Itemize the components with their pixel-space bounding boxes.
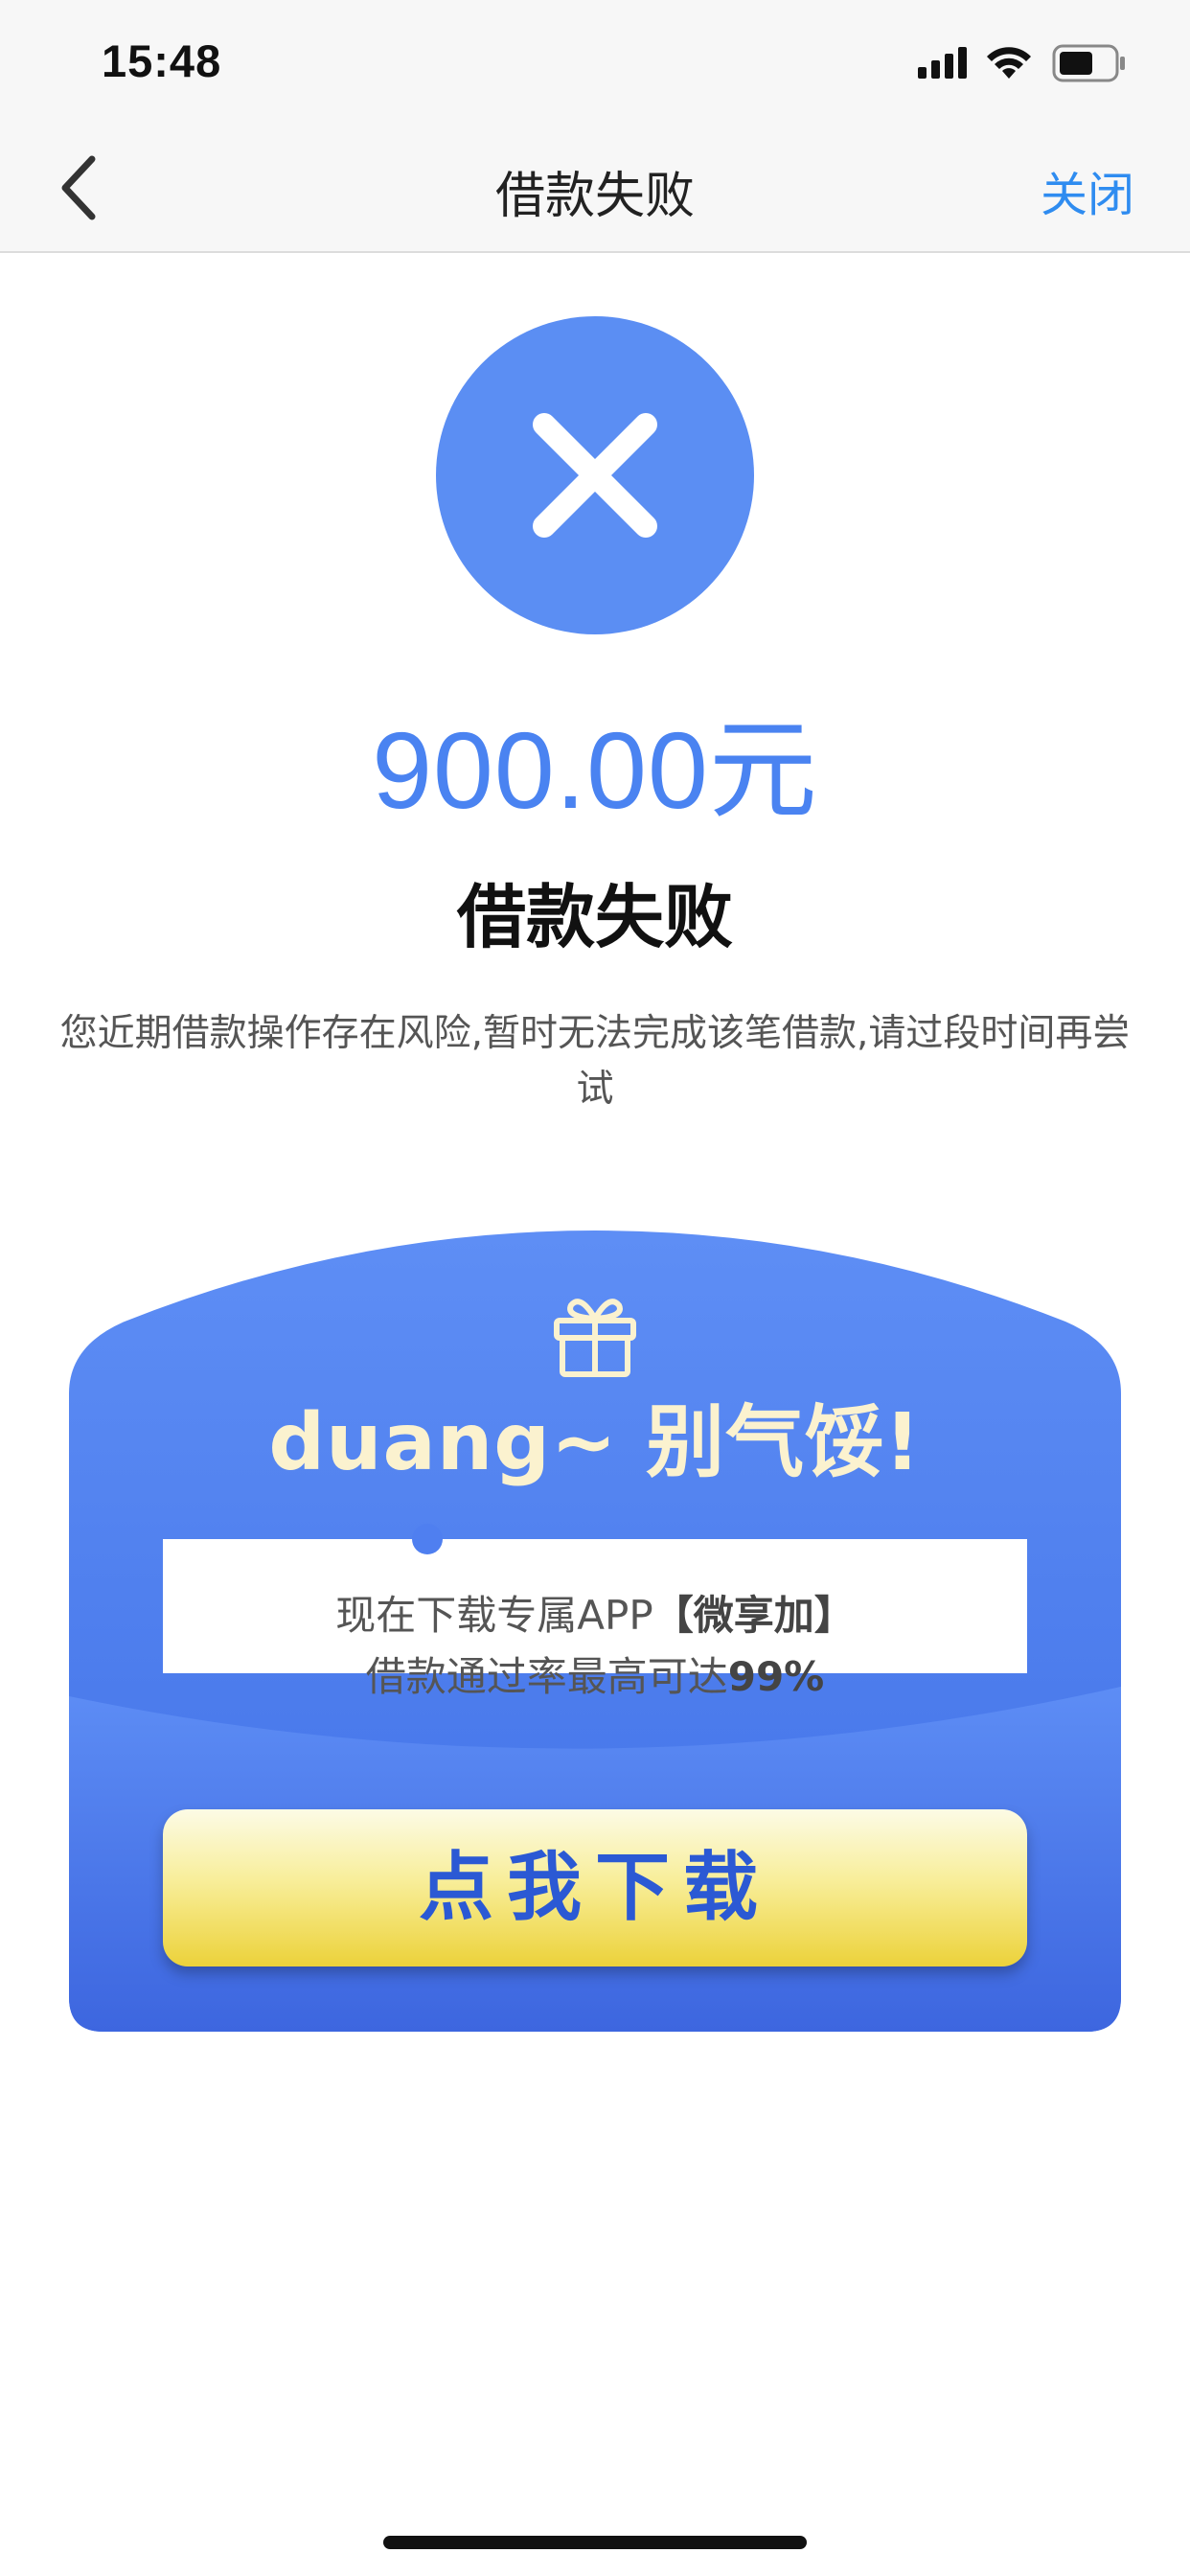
close-x-icon: [533, 413, 657, 538]
fail-status-icon: [436, 316, 754, 634]
promo-line-1: 现在下载专属APP【微享加】: [163, 1583, 1027, 1642]
signal-icon: [918, 47, 967, 79]
navigation-bar: 借款失败 关闭: [0, 126, 1190, 253]
status-bar: 15:48: [0, 0, 1190, 126]
battery-icon: [1052, 44, 1125, 82]
wifi-icon: [987, 47, 1031, 79]
promo-card: duang~ 别气馁! 现在下载专属APP【微享加】 借款通过率最高可达99% …: [67, 1230, 1123, 2036]
app-name-highlight: 【微享加】: [652, 1592, 855, 1639]
gift-icon: [554, 1299, 636, 1377]
pass-rate-highlight: 99%: [727, 1653, 825, 1700]
promo-title: duang~ 别气馁!: [268, 1397, 922, 1488]
result-description: 您近期借款操作存在风险,暂时无法完成该笔借款,请过段时间再尝试: [59, 1012, 1131, 1111]
page-title: 借款失败: [494, 168, 695, 225]
close-button[interactable]: 关闭: [1041, 157, 1134, 225]
promo-line-2-text: 借款通过率最高可达: [365, 1653, 728, 1700]
status-time: 15:48: [102, 35, 222, 86]
result-title: 借款失败: [456, 877, 733, 957]
download-button[interactable]: 点我下载: [163, 1809, 1027, 1966]
promo-line-1-text: 现在下载专属APP: [335, 1592, 653, 1639]
loan-amount: 900.00元: [372, 710, 818, 831]
home-indicator: [383, 2536, 807, 2549]
promo-line-2: 借款通过率最高可达99%: [163, 1644, 1027, 1703]
loan-result-page: 15:48 借款失败 关闭 900.00元 借款失败 您近期借款操作存在风险,暂…: [0, 0, 1190, 2576]
